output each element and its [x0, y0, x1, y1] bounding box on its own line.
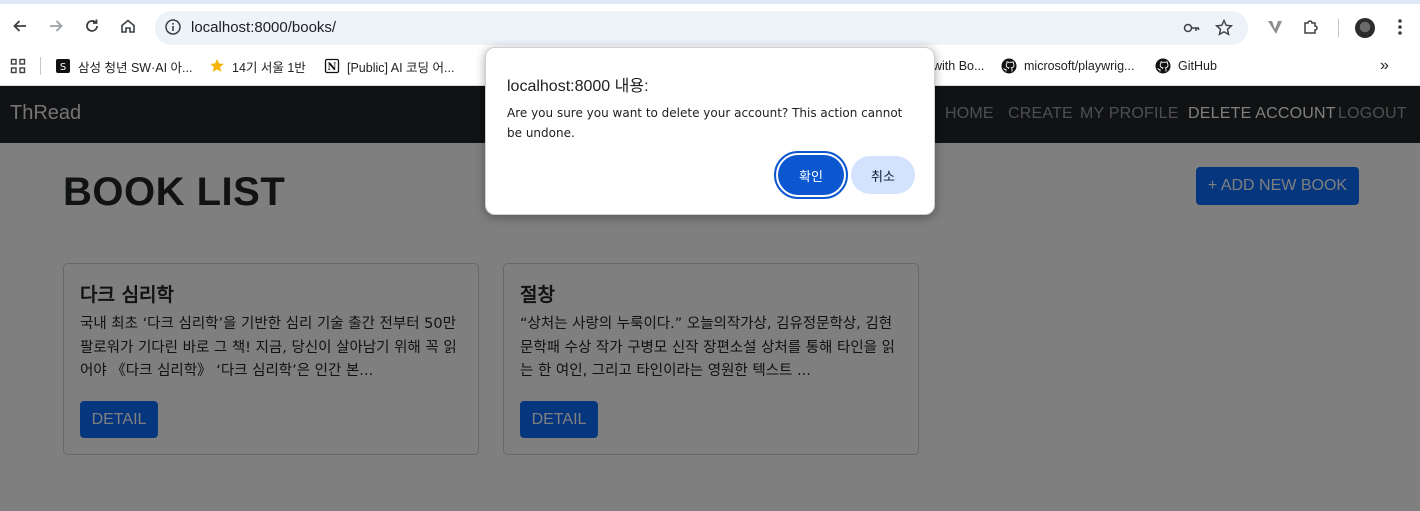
toolbar-divider — [1338, 19, 1339, 37]
apps-grid-icon[interactable] — [10, 57, 26, 75]
dialog-title: localhost:8000 내용: — [507, 78, 649, 95]
forward-icon[interactable] — [44, 14, 68, 38]
extensions-puzzle-icon[interactable] — [1301, 17, 1321, 41]
star-icon — [209, 58, 225, 74]
bookmark-star-icon[interactable] — [1214, 18, 1234, 42]
reload-icon[interactable] — [80, 14, 104, 38]
confirm-cancel-button[interactable]: 취소 — [851, 156, 915, 194]
confirm-ok-button[interactable]: 확인 — [774, 151, 848, 199]
bookmark-label: 삼성 청년 SW·AI 아... — [78, 60, 193, 75]
github-icon — [1155, 58, 1171, 74]
bookmark-label: with Bo... — [933, 59, 985, 73]
more-bookmarks-button[interactable]: » — [1380, 57, 1389, 75]
url-text: localhost:8000/books/ — [191, 19, 337, 36]
bookmark-item-class[interactable]: 14기 서울 1반 — [209, 57, 306, 75]
back-icon[interactable] — [8, 14, 32, 38]
bookmark-label: GitHub — [1178, 59, 1217, 73]
bookmark-item-playwright[interactable]: microsoft/playwrig... — [1001, 57, 1134, 75]
svg-text:N: N — [327, 62, 336, 73]
bookmark-label: [Public] AI 코딩 어... — [347, 60, 455, 75]
ssafy-icon: S — [55, 58, 71, 74]
dialog-message: Are you sure you want to delete your acc… — [507, 106, 903, 140]
menu-kebab-icon[interactable] — [1392, 17, 1408, 41]
bookmark-label: 14기 서울 1반 — [232, 60, 306, 75]
confirm-dialog: localhost:8000 내용: Are you sure you want… — [485, 47, 935, 215]
bookmarks-divider — [40, 57, 41, 75]
bookmark-item-notion[interactable]: N [Public] AI 코딩 어... — [324, 57, 454, 75]
profile-avatar[interactable] — [1355, 18, 1375, 38]
bookmark-item-withbo[interactable]: with Bo... — [933, 57, 984, 75]
browser-toolbar: localhost:8000/books/ — [0, 4, 1420, 49]
github-icon — [1001, 58, 1017, 74]
address-bar[interactable]: localhost:8000/books/ — [155, 11, 1248, 45]
site-info-icon[interactable] — [163, 17, 183, 41]
password-key-icon[interactable] — [1182, 18, 1202, 42]
bookmark-item-ssafy[interactable]: S 삼성 청년 SW·AI 아... — [55, 57, 192, 75]
home-icon[interactable] — [116, 14, 140, 38]
svg-text:S: S — [60, 62, 66, 73]
bookmark-item-github[interactable]: GitHub — [1155, 57, 1217, 75]
notion-icon: N — [324, 58, 340, 74]
bookmark-label: microsoft/playwrig... — [1024, 59, 1135, 73]
extension-v-icon[interactable] — [1265, 17, 1285, 41]
